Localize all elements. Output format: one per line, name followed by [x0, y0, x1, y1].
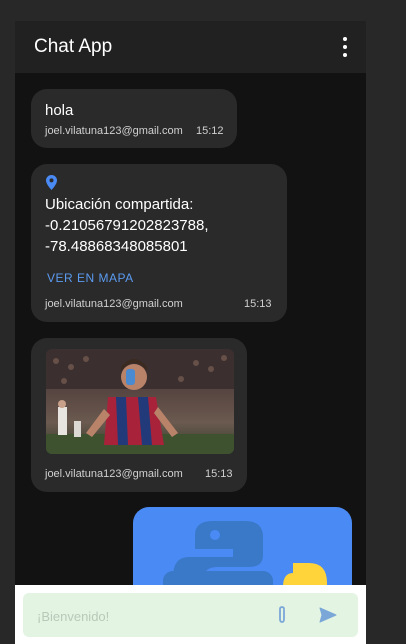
python-logo-icon[interactable]: [133, 507, 352, 585]
image-message-bubble: [133, 507, 352, 585]
chat-window: Chat App hola joel.vilatuna123@gmail.com…: [15, 21, 366, 644]
paperclip-icon[interactable]: [277, 606, 287, 624]
message-list[interactable]: hola joel.vilatuna123@gmail.com 15:12 Ub…: [15, 73, 366, 585]
message-bubble: hola joel.vilatuna123@gmail.com 15:12: [31, 89, 237, 148]
view-on-map-link[interactable]: VER EN MAPA: [47, 271, 134, 285]
message-sender: joel.vilatuna123@gmail.com: [45, 468, 183, 480]
send-icon[interactable]: [319, 606, 337, 624]
location-pin-icon: [46, 175, 57, 190]
message-input-container: [23, 593, 358, 639]
message-time: 15:12: [196, 125, 224, 137]
message-sender: joel.vilatuna123@gmail.com: [45, 125, 183, 137]
more-vert-icon[interactable]: [338, 37, 352, 57]
message-input[interactable]: [35, 593, 269, 639]
message-time: 15:13: [205, 468, 233, 480]
message-sender: joel.vilatuna123@gmail.com: [45, 298, 183, 310]
message-text: hola: [45, 102, 74, 119]
photo-illustration: [46, 349, 234, 454]
app-bar: Chat App: [15, 21, 366, 73]
app-title: Chat App: [34, 36, 113, 57]
message-composer: [15, 585, 366, 644]
location-message-bubble: Ubicación compartida: -0.210567912028237…: [31, 164, 287, 322]
football-player-photo[interactable]: [46, 349, 234, 454]
message-time: 15:13: [244, 298, 272, 310]
image-message-bubble: joel.vilatuna123@gmail.com 15:13: [31, 338, 247, 492]
location-text: Ubicación compartida: -0.210567912028237…: [45, 196, 209, 255]
